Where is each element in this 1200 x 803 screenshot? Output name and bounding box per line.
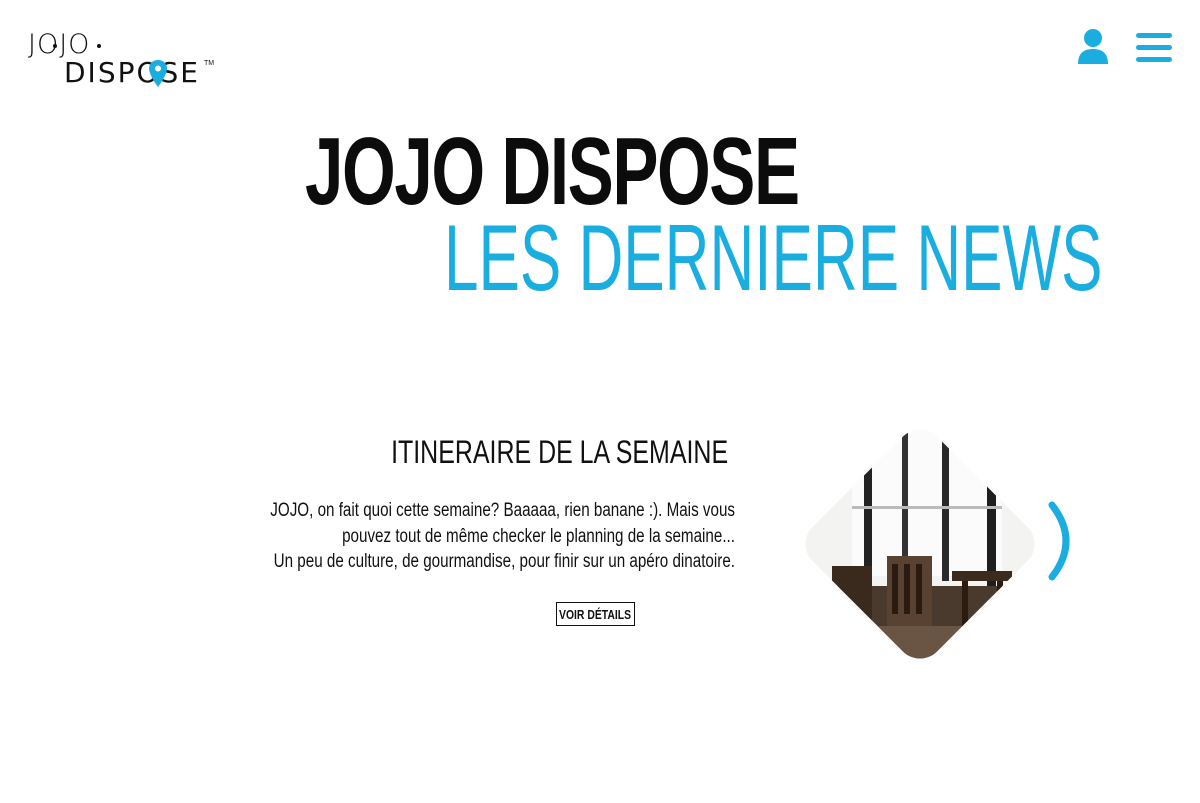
news-body: JOJO, on fait quoi cette semaine? Baaaaa… [255, 498, 735, 575]
hamburger-menu-icon [1136, 33, 1174, 63]
logo-line-dispose: DISPOSE [64, 56, 200, 89]
restaurant-interior-photo [795, 419, 1045, 669]
diamond-frame [795, 419, 1045, 669]
logo-eye-left [53, 44, 57, 48]
user-account-button[interactable] [1076, 28, 1110, 66]
carousel-next-button[interactable] [1044, 501, 1084, 581]
news-body-line: JOJO, on fait quoi cette semaine? Baaaaa… [270, 500, 735, 521]
hamburger-menu-button[interactable] [1136, 33, 1174, 63]
site-logo[interactable]: JOJO DISPOSE TM [28, 30, 215, 92]
logo-eye-right [97, 44, 101, 48]
hero-subtitle: LES DERNIERE NEWS [444, 205, 1103, 310]
news-image[interactable] [795, 419, 1045, 669]
news-body-line: pouvez tout de même checker le planning … [342, 525, 735, 547]
voir-details-label: VOIR DÉTAILS [559, 606, 632, 622]
user-icon [1078, 29, 1108, 64]
news-body-line: Un peu de culture, de gourmandise, pour … [273, 551, 735, 572]
map-pin-icon [149, 60, 167, 87]
news-title: ITINERAIRE DE LA SEMAINE [390, 434, 728, 470]
logo-trademark: TM [204, 60, 215, 67]
chevron-right-icon [1048, 501, 1070, 581]
voir-details-button[interactable]: VOIR DÉTAILS [556, 602, 635, 626]
